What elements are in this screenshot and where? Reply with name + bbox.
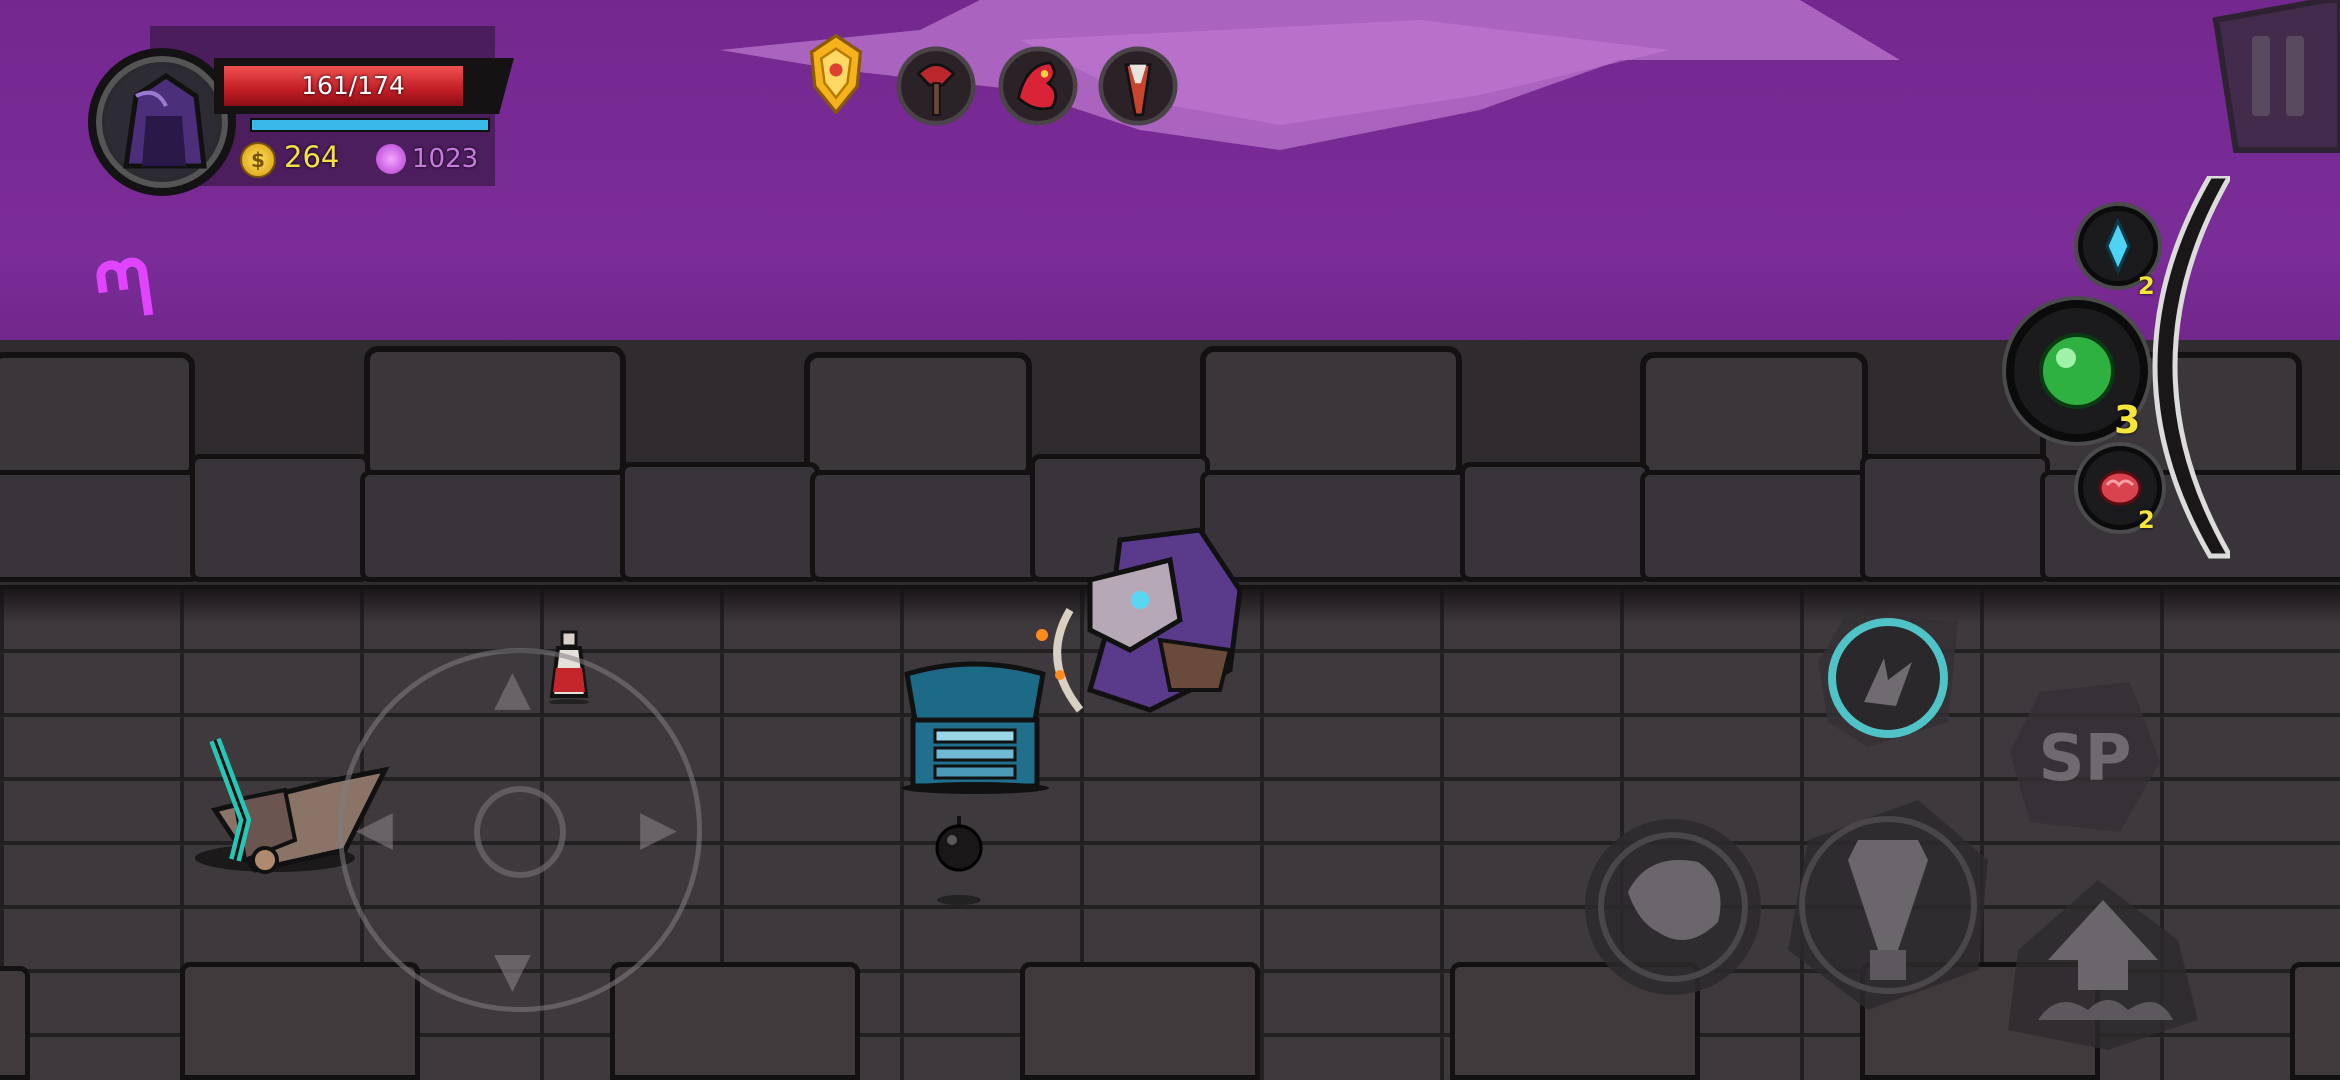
wall-block [1460,462,1650,582]
left-arrow-icon: ◀ [356,800,393,856]
red-axe-relic-icon[interactable] [896,46,976,126]
wall-block [1640,470,1870,582]
green-orb-count: 3 [2114,398,2141,442]
player-portrait[interactable] [88,48,236,196]
attack-button[interactable] [1788,800,1988,1010]
wall-merlon [1640,352,1868,480]
floor-parapet [1020,962,1260,1080]
jump-button[interactable] [1998,880,2208,1050]
mana-bar [250,118,490,132]
wall-merlon [0,352,195,480]
wall-block [190,454,370,582]
golden-shield-relic-icon[interactable] [796,34,876,114]
pause-button[interactable] [2196,0,2340,160]
red-brain-count: 2 [2138,506,2155,534]
bomb-icon[interactable] [934,810,984,906]
wall-block [0,470,200,582]
wall-block [1860,454,2050,582]
floor-parapet [2290,962,2340,1080]
dodge-button[interactable] [1578,812,1768,1002]
scythe-reaper-enemy[interactable] [1030,520,1260,720]
wall-merlon [1200,346,1462,480]
blue-crystal-icon [2105,217,2131,275]
hooded-hero-avatar-icon [106,66,218,178]
hp-value: 161/174 [301,71,405,100]
down-arrow-icon: ▼ [494,942,531,998]
sp-label: SP [2039,722,2132,796]
red-dragon-relic-icon[interactable] [998,46,1078,126]
wall-merlon [804,352,1032,480]
soul-swirl-icon [376,144,406,174]
soul-count: 1023 [412,144,479,174]
up-arrow-icon: ▲ [494,660,531,716]
wall-block [620,462,820,582]
right-arrow-icon: ▶ [640,800,677,856]
gold-coin-icon: $ [240,142,276,178]
gold-count: 264 [284,140,340,174]
horn-relic-icon[interactable] [1098,46,1178,126]
skill-button[interactable] [1808,602,1968,752]
floor-parapet [610,962,860,1080]
floor-parapet [0,966,30,1080]
crystal-count: 2 [2138,272,2155,300]
wall-block [360,470,630,582]
wall-block [810,470,1040,582]
pause-icon [2252,36,2270,116]
joystick-knob[interactable] [474,786,566,878]
floor-parapet [180,962,420,1080]
special-attack-button[interactable]: SP [2010,672,2160,842]
wall-merlon [364,346,626,480]
